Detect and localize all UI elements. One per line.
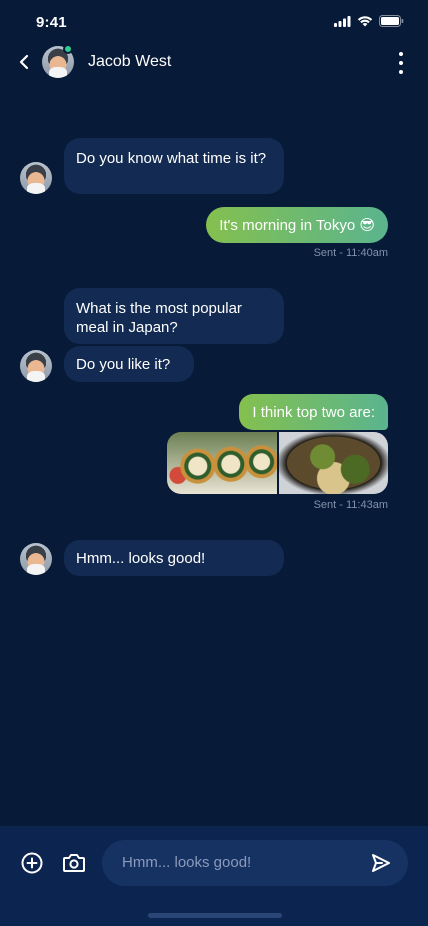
status-time: 9:41 bbox=[36, 14, 67, 31]
status-icons bbox=[334, 15, 404, 27]
dot-icon bbox=[399, 70, 403, 74]
incoming-message[interactable]: Do you like it? bbox=[64, 346, 194, 382]
message-avatar bbox=[20, 543, 52, 575]
message-status: Sent - 11:40am bbox=[313, 247, 388, 259]
message-status: Sent - 11:43am bbox=[313, 499, 388, 511]
photo-attachments[interactable] bbox=[167, 432, 388, 494]
send-button[interactable] bbox=[370, 852, 392, 874]
incoming-message[interactable]: Do you know what time is it? bbox=[64, 138, 284, 194]
add-attachment-button[interactable] bbox=[20, 851, 44, 875]
chat-header: Jacob West bbox=[0, 40, 428, 86]
home-indicator[interactable] bbox=[148, 913, 282, 918]
back-button[interactable] bbox=[14, 50, 34, 74]
incoming-message[interactable]: Hmm... looks good! bbox=[64, 540, 284, 576]
sushi-photo[interactable] bbox=[167, 432, 277, 494]
send-icon bbox=[372, 854, 390, 872]
incoming-message[interactable]: What is the most popular meal in Japan? bbox=[64, 288, 284, 344]
udon-photo[interactable] bbox=[278, 432, 388, 494]
dot-icon bbox=[399, 61, 403, 65]
signal-icon bbox=[334, 15, 351, 27]
plus-circle-icon bbox=[21, 852, 43, 874]
battery-icon bbox=[379, 15, 404, 27]
outgoing-message[interactable]: I think top two are: bbox=[239, 394, 388, 430]
message-input[interactable] bbox=[122, 854, 352, 871]
more-options-button[interactable] bbox=[398, 52, 404, 74]
camera-button[interactable] bbox=[62, 852, 86, 874]
online-status-dot bbox=[63, 44, 73, 54]
camera-icon bbox=[63, 854, 85, 872]
message-input-container bbox=[102, 840, 408, 886]
message-composer bbox=[0, 826, 428, 926]
message-avatar bbox=[20, 162, 52, 194]
outgoing-message[interactable]: It's morning in Tokyo 😎 bbox=[206, 207, 388, 243]
contact-name[interactable]: Jacob West bbox=[88, 53, 171, 71]
chevron-left-icon bbox=[19, 54, 29, 70]
wifi-icon bbox=[357, 15, 373, 26]
status-bar: 9:41 bbox=[0, 0, 428, 44]
message-avatar bbox=[20, 350, 52, 382]
dot-icon bbox=[399, 52, 403, 56]
